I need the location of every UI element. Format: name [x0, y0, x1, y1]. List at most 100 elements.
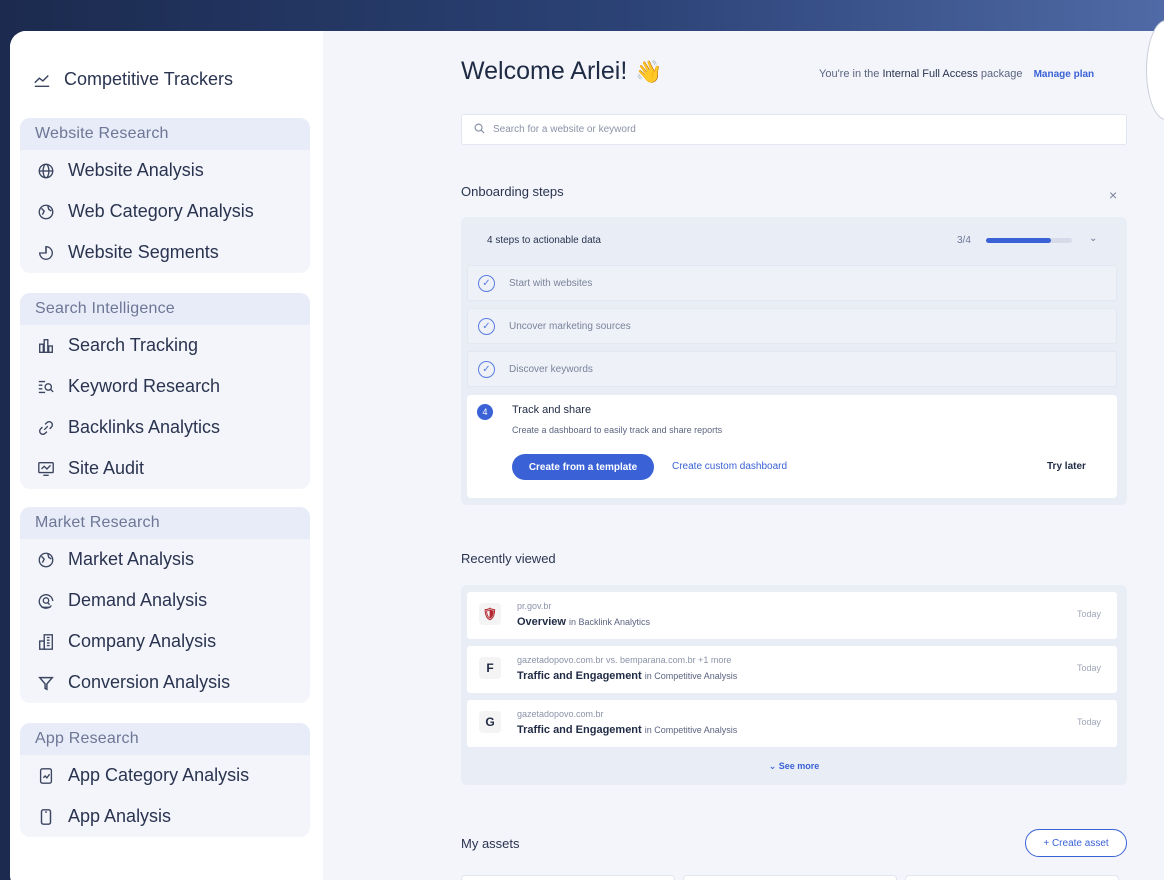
onboarding-step[interactable]: ✓ Start with websites: [467, 265, 1117, 301]
keyword-search-icon: [36, 377, 56, 397]
recent-title: Traffic and Engagement in Competitive An…: [517, 670, 737, 682]
group-header: Search Intelligence: [20, 293, 310, 325]
sidebar-item-competitive-trackers[interactable]: Competitive Trackers: [32, 69, 233, 90]
create-asset-button[interactable]: + Create asset: [1025, 829, 1127, 857]
market-globe-icon: [36, 550, 56, 570]
sidebar-item-label: Competitive Trackers: [64, 69, 234, 89]
sidebar: Competitive Trackers Website Research We…: [10, 31, 323, 880]
sidebar-item-label: Website Segments: [68, 242, 219, 262]
step-label: Discover keywords: [509, 363, 593, 375]
active-step-title: Track and share: [512, 404, 592, 416]
demand-icon: [36, 591, 56, 611]
onboarding-step[interactable]: ✓ Discover keywords: [467, 351, 1117, 387]
sidebar-item-market-analysis[interactable]: Market Analysis: [20, 539, 310, 580]
chevron-down-icon[interactable]: ⌄: [1089, 233, 1097, 244]
step-label: Start with websites: [509, 277, 593, 289]
create-custom-dashboard-link[interactable]: Create custom dashboard: [672, 461, 787, 472]
sidebar-item-keyword-research[interactable]: Keyword Research: [20, 366, 310, 407]
search-bar: [461, 114, 1127, 145]
sidebar-item-demand-analysis[interactable]: Demand Analysis: [20, 580, 310, 621]
progress-bar: [986, 238, 1072, 243]
sidebar-item-label: Market Analysis: [68, 549, 195, 569]
main-content: Welcome Arlei! 👋 You're in the Internal …: [323, 31, 1164, 880]
package-name: Internal Full Access: [882, 68, 978, 80]
recent-timestamp: Today: [1076, 717, 1101, 727]
sidebar-item-search-tracking[interactable]: Search Tracking: [20, 325, 310, 366]
nav-group-market-research: Market Research Market Analysis Demand A…: [20, 507, 310, 703]
trend-line-icon: [32, 70, 52, 90]
recent-title: Overview in Backlink Analytics: [517, 616, 650, 628]
sidebar-item-website-analysis[interactable]: Website Analysis: [20, 150, 310, 191]
progress-count: 3/4: [957, 235, 971, 246]
nav-group-app-research: App Research App Category Analysis App A…: [20, 723, 310, 837]
recent-domain: pr.gov.br: [517, 601, 552, 611]
checkmark-icon: ✓: [478, 360, 495, 378]
checkmark-icon: ✓: [478, 274, 495, 292]
recently-viewed-panel: 🛡 pr.gov.br Overview in Backlink Analyti…: [461, 585, 1127, 785]
see-more-link[interactable]: ⌄ See more: [461, 761, 1127, 772]
my-assets-title: My assets: [461, 836, 520, 851]
sidebar-item-conversion-analysis[interactable]: Conversion Analysis: [20, 662, 310, 703]
recent-item[interactable]: G gazetadopovo.com.br Traffic and Engage…: [467, 700, 1117, 747]
sidebar-item-backlinks-analytics[interactable]: Backlinks Analytics: [20, 407, 310, 448]
step-number-badge: 4: [477, 404, 493, 420]
manage-plan-link[interactable]: Manage plan: [1034, 69, 1095, 80]
recent-report-name: Traffic and Engagement: [517, 670, 642, 682]
onboarding-panel: 4 steps to actionable data 3/4 ⌄ ✓ Start…: [461, 217, 1127, 505]
asset-cards: [461, 875, 1119, 880]
group-header: Market Research: [20, 507, 310, 539]
sidebar-item-label: Company Analysis: [68, 631, 217, 651]
category-globe-icon: [36, 202, 56, 222]
sidebar-item-app-category-analysis[interactable]: App Category Analysis: [20, 755, 310, 796]
recent-context: in Backlink Analytics: [568, 617, 651, 627]
sidebar-item-label: Keyword Research: [68, 376, 221, 396]
search-input[interactable]: [493, 124, 1093, 135]
globe-icon: [36, 161, 56, 181]
asset-card[interactable]: [683, 875, 897, 880]
sidebar-item-website-segments[interactable]: Website Segments: [20, 232, 310, 273]
step-label: Uncover marketing sources: [509, 320, 631, 332]
asset-card[interactable]: [461, 875, 675, 880]
package-suffix: package: [980, 68, 1023, 80]
try-later-link[interactable]: Try later: [1047, 461, 1086, 472]
recent-report-name: Overview: [517, 616, 566, 628]
building-icon: [36, 632, 56, 652]
recent-item[interactable]: F gazetadopovo.com.br vs. bemparana.com.…: [467, 646, 1117, 693]
app-window: Competitive Trackers Website Research We…: [10, 31, 1164, 880]
sidebar-item-label: Site Audit: [68, 458, 145, 478]
sidebar-item-label: App Category Analysis: [68, 765, 250, 785]
progress-bar-fill: [986, 238, 1051, 243]
group-header: Website Research: [20, 118, 310, 150]
pie-segment-icon: [36, 243, 56, 263]
app-category-icon: [36, 766, 56, 786]
sidebar-item-company-analysis[interactable]: Company Analysis: [20, 621, 310, 662]
welcome-text: Welcome Arlei!: [461, 57, 628, 85]
sidebar-item-web-category-analysis[interactable]: Web Category Analysis: [20, 191, 310, 232]
funnel-icon: [36, 673, 56, 693]
sidebar-item-label: Backlinks Analytics: [68, 417, 221, 437]
link-icon: [36, 418, 56, 438]
site-favicon-icon: F: [479, 657, 501, 679]
sidebar-item-label: Website Analysis: [68, 160, 204, 180]
sidebar-item-label: Web Category Analysis: [68, 201, 254, 221]
sidebar-item-label: Search Tracking: [68, 335, 199, 355]
sidebar-item-app-analysis[interactable]: App Analysis: [20, 796, 310, 837]
recent-context: in Competitive Analysis: [644, 671, 738, 681]
see-more-label: See more: [778, 761, 820, 771]
asset-card[interactable]: [905, 875, 1119, 880]
create-from-template-button[interactable]: Create from a template: [512, 454, 654, 480]
nav-group-website-research: Website Research Website Analysis Web Ca…: [20, 118, 310, 273]
recent-item[interactable]: 🛡 pr.gov.br Overview in Backlink Analyti…: [467, 592, 1117, 639]
recent-report-name: Traffic and Engagement: [517, 724, 642, 736]
recent-timestamp: Today: [1076, 609, 1101, 619]
sidebar-item-label: Demand Analysis: [68, 590, 208, 610]
onboarding-step[interactable]: ✓ Uncover marketing sources: [467, 308, 1117, 344]
sidebar-item-label: Conversion Analysis: [68, 672, 231, 692]
audit-icon: [36, 459, 56, 479]
close-icon[interactable]: ×: [1109, 187, 1117, 203]
recent-timestamp: Today: [1076, 663, 1101, 673]
onboarding-header: 4 steps to actionable data: [487, 235, 601, 246]
sidebar-item-site-audit[interactable]: Site Audit: [20, 448, 310, 489]
search-icon: [474, 121, 485, 139]
site-favicon-icon: 🛡: [479, 603, 501, 625]
